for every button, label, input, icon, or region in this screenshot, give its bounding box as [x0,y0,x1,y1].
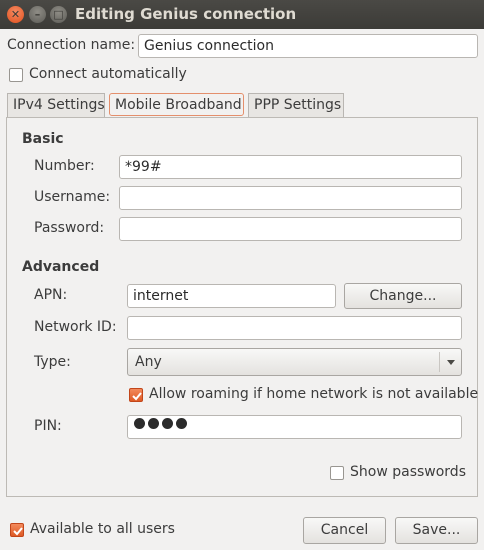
pin-dot [176,418,187,429]
apn-input[interactable]: internet [127,284,336,308]
password-label: Password: [34,220,105,236]
pin-mask-dots [134,418,187,429]
connect-automatically-checkbox[interactable] [9,68,23,82]
tab-ipv4-settings[interactable]: IPv4 Settings [7,93,105,117]
pin-label: PIN: [34,418,62,434]
checkmark-icon [132,392,142,401]
cancel-button[interactable]: Cancel [303,517,386,544]
allow-roaming-label: Allow roaming if home network is not ava… [149,386,479,402]
advanced-heading: Advanced [22,259,100,275]
apn-label: APN: [34,287,68,303]
change-apn-button[interactable]: Change... [344,283,462,309]
available-to-all-users-label: Available to all users [30,521,175,537]
network-id-label: Network ID: [34,319,117,335]
pin-dot [134,418,145,429]
network-id-input[interactable] [127,316,462,340]
type-selected-value: Any [135,354,162,370]
tab-ppp-settings[interactable]: PPP Settings [248,93,344,117]
allow-roaming-checkbox[interactable] [129,388,143,402]
checkmark-icon [13,527,23,536]
connection-name-label: Connection name: [7,37,136,53]
show-passwords-label: Show passwords [350,464,466,480]
basic-heading: Basic [22,131,64,147]
pin-dot [162,418,173,429]
connect-automatically-label: Connect automatically [29,66,187,82]
save-button[interactable]: Save... [395,517,478,544]
type-label: Type: [34,354,71,370]
maximize-icon[interactable]: □ [50,6,67,23]
title-bar: ✕ – □ Editing Genius connection [0,0,484,29]
show-passwords-checkbox[interactable] [330,466,344,480]
connection-name-input[interactable]: Genius connection [138,34,478,58]
username-input[interactable] [119,186,462,210]
number-input[interactable]: *99# [119,155,462,179]
type-select[interactable]: Any [127,348,462,376]
close-icon[interactable]: ✕ [7,6,24,23]
tab-mobile-broadband[interactable]: Mobile Broadband [109,93,244,116]
number-label: Number: [34,158,95,174]
available-to-all-users-checkbox[interactable] [10,523,24,537]
username-label: Username: [34,189,111,205]
pin-dot [148,418,159,429]
window-title: Editing Genius connection [75,5,297,23]
dropdown-arrow-icon [439,352,461,372]
minimize-icon[interactable]: – [29,6,46,23]
password-input[interactable] [119,217,462,241]
